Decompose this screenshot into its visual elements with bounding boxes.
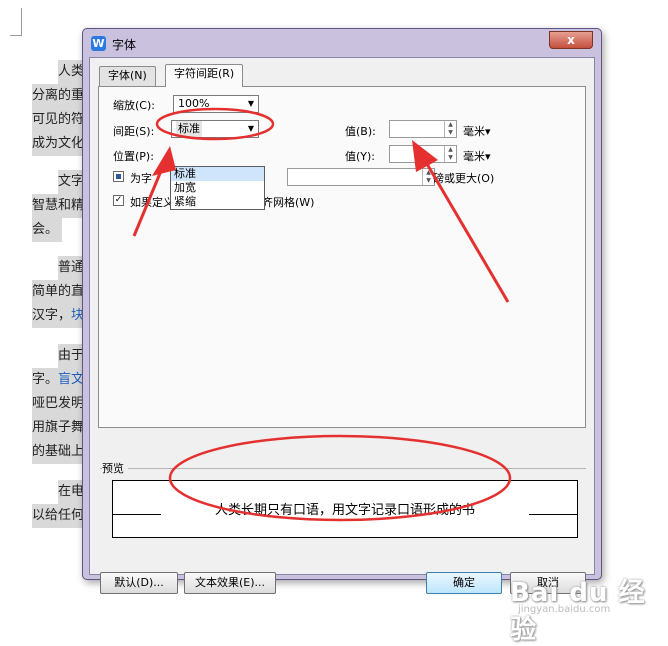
document-line-text: 分离的重 [32,88,85,103]
document-line: 用旗子舞 [32,416,89,440]
spinner-arrows-icon[interactable]: ▲ ▼ [444,146,456,162]
document-line-text: 哑巴发明 [32,396,85,411]
dialog-titlebar[interactable]: W 字体 x [83,29,601,57]
text-effects-button[interactable]: 文本效果(E)... [184,572,276,594]
position-label: 位置(P): [113,150,154,163]
spacing-value: 标准 [176,121,202,137]
position-value-label: 值(Y): [345,150,376,163]
spinner-arrows-icon[interactable]: ▲ ▼ [444,121,456,137]
preview-label: 预览 [102,460,128,476]
document-line-text: 成为文化 [32,136,85,151]
default-button[interactable]: 默认(D)... [100,572,178,594]
scale-value: 100% [178,97,210,110]
ok-button[interactable]: 确定 [426,572,502,594]
document-line-text: 用旗子舞 [32,420,85,435]
document-line-text: 由于 [58,348,85,363]
close-button[interactable]: x [549,31,593,49]
document-line: 字。盲文 [32,368,89,392]
font-dialog: W 字体 x 字体(N) 字符间距(R) 缩放(C): 100% ▼ 间距(S)… [82,28,602,594]
document-line-text: 智慧和精 [32,198,85,213]
chevron-down-icon: ▼ [247,124,254,133]
margin-corner-mark [10,8,22,36]
spacing-option-standard[interactable]: 标准 [171,167,264,181]
wps-writer-icon: W [91,36,106,51]
scale-combo[interactable]: 100% ▼ [173,95,259,113]
document-line: 成为文化 [32,132,89,156]
kerning-checkbox[interactable] [113,171,124,182]
document-line-text: 的基础上 [32,444,85,459]
position-unit-select[interactable]: 毫米▾ [463,148,491,164]
tab-font[interactable]: 字体(N) [99,66,156,86]
spacing-option-expanded[interactable]: 加宽 [171,181,264,195]
document-line: 的基础上 [32,440,89,464]
preview-text: 人类长期只有口语，用文字记录口语形成的书 [214,503,475,518]
document-line-text: 汉字， [32,308,72,323]
preview-divider [100,468,586,469]
spacing-unit-select[interactable]: 毫米▾ [463,123,491,139]
spacing-value-label: 值(B): [345,125,376,138]
document-line-text: 以给任何 [32,508,85,523]
document-link[interactable]: 盲文 [58,372,84,387]
document-line: 智慧和精 [32,194,89,218]
scale-label: 缩放(C): [113,99,155,112]
position-value-input[interactable]: ▲ ▼ [389,145,457,163]
tab-character-spacing[interactable]: 字符间距(R) [165,64,244,87]
document-line-text: 字。 [32,372,59,387]
document-line-text: 文字 [58,174,85,189]
preview-box: 人类长期只有口语，用文字记录口语形成的书 [112,480,578,538]
document-line-text: 会。 [32,222,59,237]
spacing-value-input[interactable]: ▲ ▼ [389,120,457,138]
spacing-combo[interactable]: 标准 ▼ [171,120,259,138]
document-line-text: 简单的直 [32,284,85,299]
document-line-text: 人类 [58,64,85,79]
spacing-label: 间距(S): [113,125,155,138]
document-line: 哑巴发明 [32,392,89,416]
document-line: 分离的重 [32,84,89,108]
document-line: 简单的直 [32,280,89,304]
spacing-dropdown-list: 标准 加宽 紧缩 [170,166,265,210]
kerning-label: 为字 [130,172,152,185]
baidu-watermark-url: jingyan.baidu.com [518,604,611,615]
document-line: 可见的符 [32,108,89,132]
kerning-size-input[interactable]: ▲ ▼ [287,168,435,186]
character-spacing-panel: 缩放(C): 100% ▼ 间距(S): 标准 ▼ 值(B): ▲ ▼ 毫米▾ 位… [98,86,586,428]
document-line: 会。 [32,218,63,242]
document-line-text: 普通 [58,260,85,275]
document-line-text: 在电 [58,484,85,499]
kerning-suffix-label: 磅或更大(O) [433,172,495,185]
document-line: 汉字，块 [32,304,89,328]
spacing-option-condensed[interactable]: 紧缩 [171,195,264,209]
document-line: 以给任何 [32,504,89,528]
dialog-client: 字体(N) 字符间距(R) 缩放(C): 100% ▼ 间距(S): 标准 ▼ … [89,57,595,594]
chevron-down-icon: ▼ [247,99,254,108]
dialog-title: 字体 [112,38,137,52]
snap-grid-checkbox[interactable]: ✓ [113,195,124,206]
document-line-text: 可见的符 [32,112,85,127]
